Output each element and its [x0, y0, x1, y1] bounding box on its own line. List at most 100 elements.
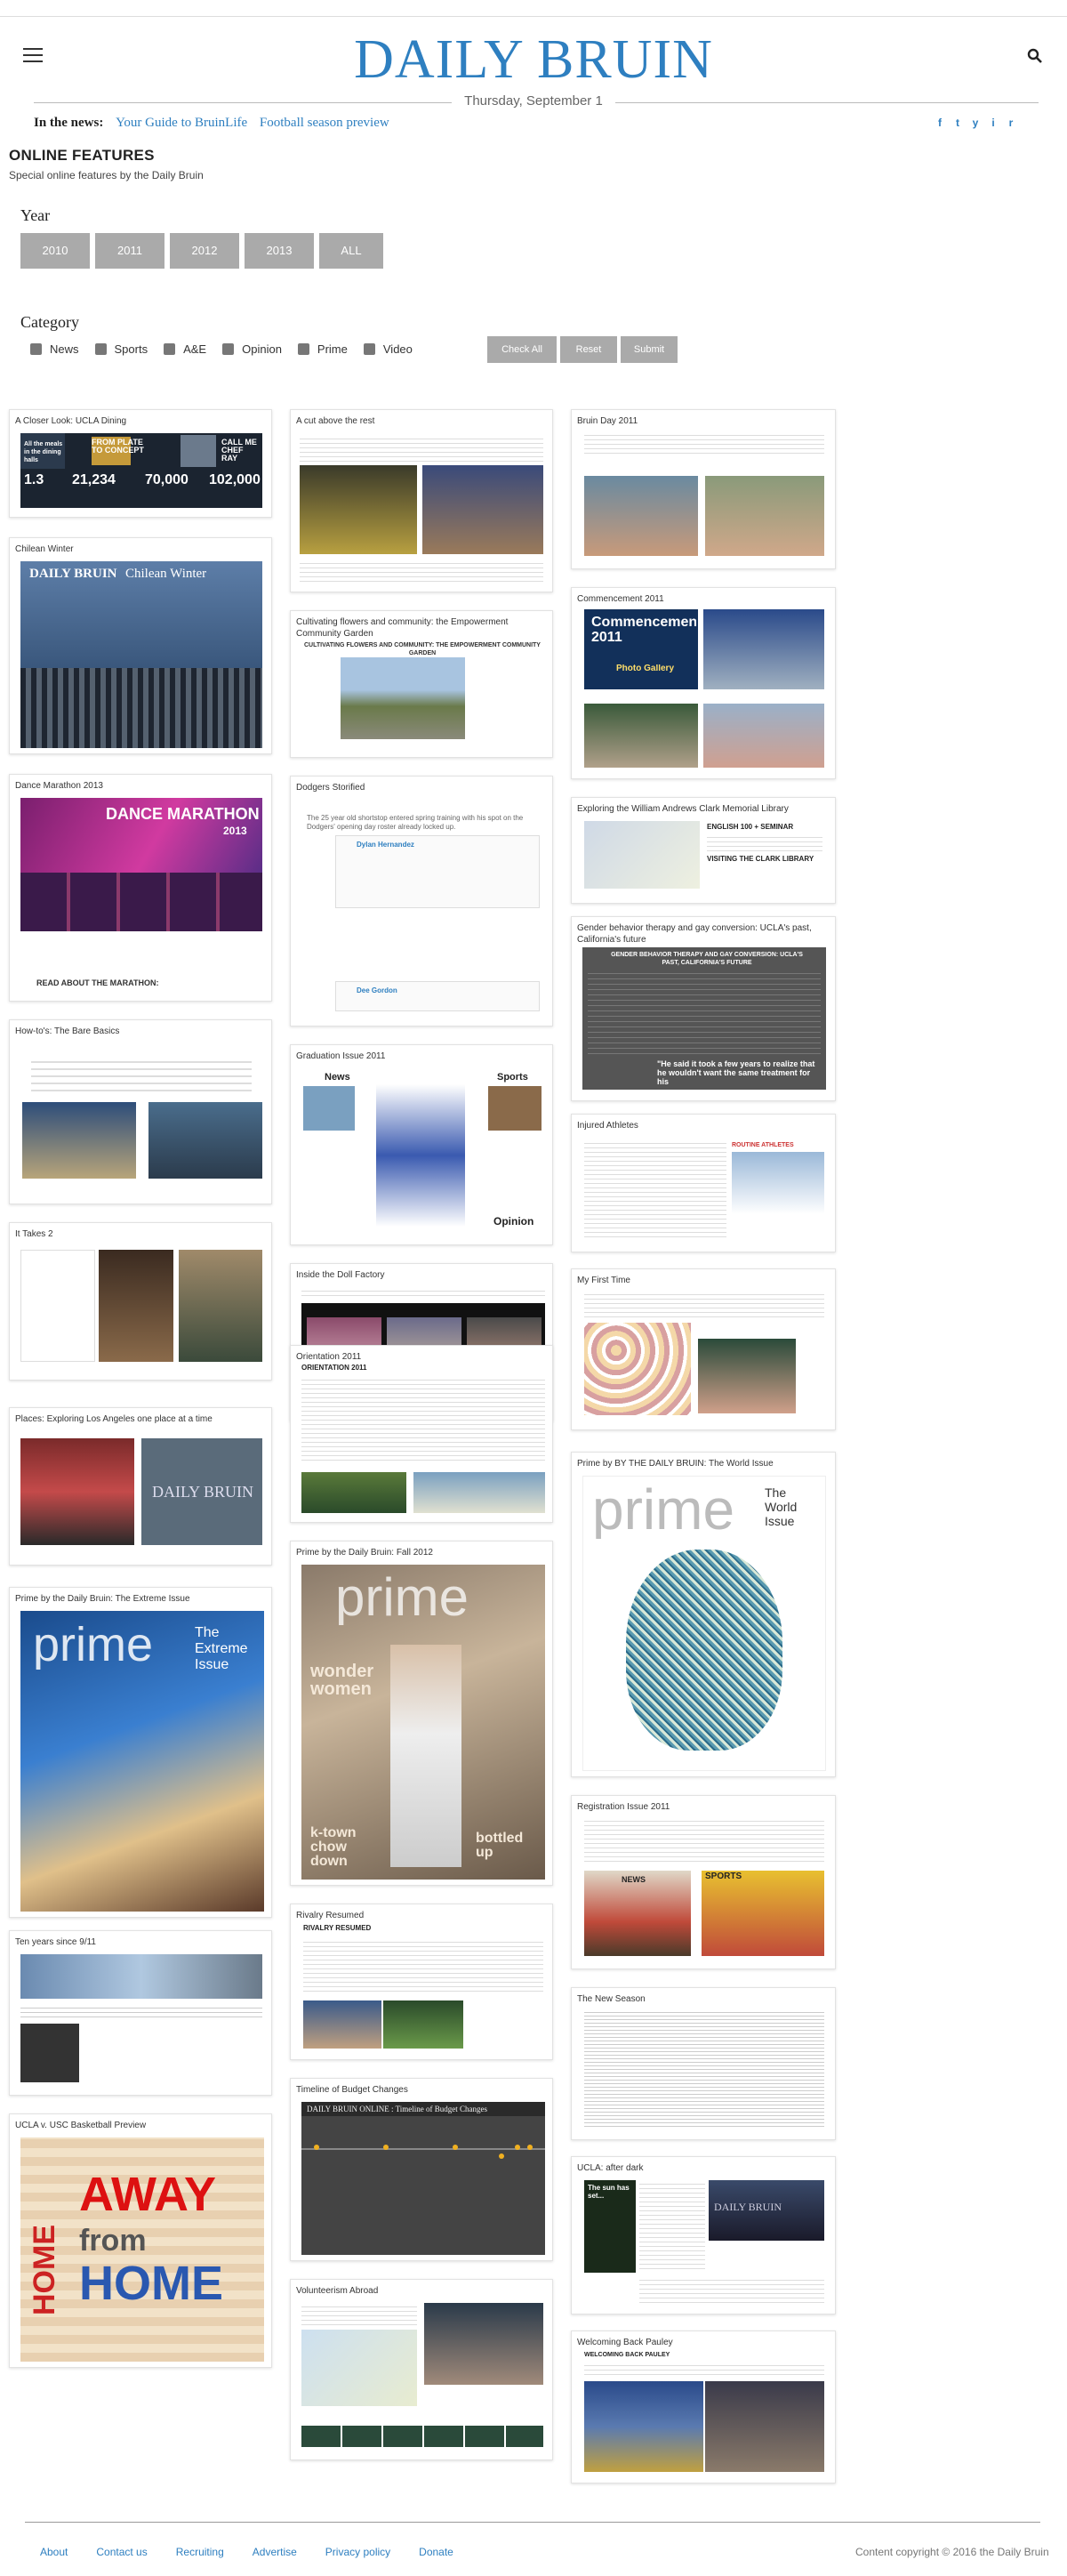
- site-logo[interactable]: DAILY BRUIN: [0, 28, 1067, 92]
- footer-link-donate[interactable]: Donate: [419, 2546, 453, 2558]
- reset-button[interactable]: Reset: [560, 336, 617, 363]
- footer-rule: [25, 2522, 1040, 2523]
- card-thumbnail: DAILY BRUIN Chilean Winter: [20, 561, 262, 748]
- feature-card-prime-world[interactable]: Prime by BY THE DAILY BRUIN: The World I…: [571, 1452, 836, 1777]
- search-icon[interactable]: [1027, 48, 1045, 66]
- footer-links: About Contact us Recruiting Advertise Pr…: [40, 2546, 482, 2558]
- feature-card-my-first-time[interactable]: My First Time: [571, 1268, 836, 1430]
- category-checkbox-prime[interactable]: Prime: [297, 342, 348, 356]
- category-label: Category: [20, 313, 79, 331]
- category-checkbox-news[interactable]: News: [30, 342, 79, 356]
- feature-card-ucla-usc-basketball[interactable]: UCLA v. USC Basketball Preview HOME AWAY…: [9, 2113, 272, 2368]
- feature-card-registration-2011[interactable]: Registration Issue 2011 NEWS SPORTS: [571, 1795, 836, 1969]
- twitter-icon[interactable]: t: [951, 117, 964, 129]
- feature-card-prime-extreme[interactable]: Prime by the Daily Bruin: The Extreme Is…: [9, 1587, 272, 1918]
- feature-card-ten-years-911[interactable]: Ten years since 9/11: [9, 1930, 272, 2096]
- year-button-2011[interactable]: 2011: [95, 233, 164, 269]
- video-thumbnail: [22, 1102, 136, 1179]
- copyright: Content copyright © 2016 the Daily Bruin: [855, 2546, 1049, 2558]
- news-link-football[interactable]: Football season preview: [260, 116, 389, 130]
- category-checkbox-opinion[interactable]: Opinion: [222, 342, 282, 356]
- page-title: ONLINE FEATURES: [9, 147, 155, 164]
- feature-card-it-takes-2[interactable]: It Takes 2: [9, 1222, 272, 1381]
- category-filter: News Sports A&E Opinion Prime Video: [30, 342, 429, 356]
- year-button-2013[interactable]: 2013: [245, 233, 314, 269]
- category-checkbox-sports[interactable]: Sports: [94, 342, 148, 356]
- feature-card-rivalry-resumed[interactable]: Rivalry Resumed RIVALRY RESUMED: [290, 1904, 553, 2060]
- feature-card-dodgers-storified[interactable]: Dodgers Storified The 25 year old shorts…: [290, 776, 553, 1026]
- card-title: Prime by the Daily Bruin: The Extreme Is…: [15, 1594, 190, 1604]
- feature-card-ucla-dining[interactable]: A Closer Look: UCLA Dining All the meals…: [9, 409, 272, 518]
- year-button-2010[interactable]: 2010: [20, 233, 90, 269]
- feature-card-volunteerism-abroad[interactable]: Volunteerism Abroad: [290, 2279, 553, 2460]
- footer-link-about[interactable]: About: [40, 2546, 68, 2558]
- card-title: Prime by BY THE DAILY BRUIN: The World I…: [577, 1459, 774, 1469]
- feature-card-clark-library[interactable]: Exploring the William Andrews Clark Memo…: [571, 797, 836, 904]
- card-thumbnail: prime wonder women k-town chow down bott…: [301, 1565, 545, 1880]
- category-checkbox-ae[interactable]: A&E: [164, 342, 206, 356]
- card-title: Graduation Issue 2011: [296, 1051, 386, 1061]
- card-title: Volunteerism Abroad: [296, 2286, 379, 2296]
- feature-card-gender-therapy[interactable]: Gender behavior therapy and gay conversi…: [571, 916, 836, 1101]
- year-filter: 2010 2011 2012 2013 ALL: [20, 233, 383, 269]
- news-link-bruinlife[interactable]: Your Guide to BruinLife: [116, 116, 247, 130]
- video-thumbnail: [148, 1102, 262, 1179]
- year-button-2012[interactable]: 2012: [170, 233, 239, 269]
- feature-card-after-dark[interactable]: UCLA: after dark The sun has set... DAIL…: [571, 2156, 836, 2314]
- card-title: Cultivating flowers and community: the E…: [296, 617, 509, 639]
- feature-card-commencement-2011[interactable]: Commencement 2011 Commencement 2011 Phot…: [571, 587, 836, 779]
- feature-card-places[interactable]: Places: Exploring Los Angeles one place …: [9, 1407, 272, 1566]
- card-title: A Closer Look: UCLA Dining: [15, 416, 127, 426]
- in-the-news-bar: In the news: Your Guide to BruinLife Foo…: [34, 116, 389, 131]
- card-title: Dance Marathon 2013: [15, 781, 103, 791]
- feature-card-orientation-2011[interactable]: Orientation 2011 ORIENTATION 2011: [290, 1345, 553, 1523]
- year-button-all[interactable]: ALL: [319, 233, 383, 269]
- top-rule: [0, 16, 1067, 17]
- card-title: UCLA v. USC Basketball Preview: [15, 2121, 147, 2130]
- card-title: Chilean Winter: [15, 544, 74, 554]
- card-title: Prime by the Daily Bruin: Fall 2012: [296, 1548, 433, 1558]
- page-subtitle: Special online features by the Daily Bru…: [9, 169, 204, 181]
- footer-link-contact[interactable]: Contact us: [96, 2546, 147, 2558]
- card-thumbnail: DAILY BRUIN ONLINE : Timeline of Budget …: [301, 2102, 545, 2255]
- card-title: Bruin Day 2011: [577, 416, 638, 426]
- current-date: Thursday, September 1: [0, 93, 1067, 109]
- feature-card-injured-athletes[interactable]: Injured Athletes ROUTINE ATHLETES: [571, 1114, 836, 1252]
- card-title: It Takes 2: [15, 1229, 53, 1239]
- card-title: UCLA: after dark: [577, 2163, 644, 2173]
- feature-card-bruin-day-2011[interactable]: Bruin Day 2011: [571, 409, 836, 569]
- feature-card-chilean-winter[interactable]: Chilean Winter DAILY BRUIN Chilean Winte…: [9, 537, 272, 754]
- feature-card-welcoming-pauley[interactable]: Welcoming Back Pauley WELCOMING BACK PAU…: [571, 2330, 836, 2483]
- card-title: Commencement 2011: [577, 594, 664, 604]
- instagram-icon[interactable]: i: [987, 117, 999, 129]
- video-thumbnail: [300, 465, 417, 554]
- card-title: Ten years since 9/11: [15, 1937, 96, 1947]
- check-all-button[interactable]: Check All: [487, 336, 557, 363]
- feature-card-budget-timeline[interactable]: Timeline of Budget Changes DAILY BRUIN O…: [290, 2078, 553, 2261]
- feature-card-graduation-2011[interactable]: Graduation Issue 2011 News Sports Opinio…: [290, 1044, 553, 1245]
- card-thumbnail: prime The Extreme Issue: [20, 1611, 264, 1912]
- card-thumbnail: DANCE MARATHON 2013: [20, 798, 262, 931]
- in-the-news-label: In the news:: [34, 116, 104, 130]
- submit-button[interactable]: Submit: [621, 336, 678, 363]
- facebook-icon[interactable]: f: [934, 117, 946, 129]
- feature-card-cut-above[interactable]: A cut above the rest: [290, 409, 553, 592]
- footer-link-recruiting[interactable]: Recruiting: [176, 2546, 224, 2558]
- rss-icon[interactable]: r: [1005, 117, 1017, 129]
- card-thumbnail: All the meals in the dining halls FROM P…: [20, 433, 262, 508]
- card-title: The New Season: [577, 1994, 646, 2004]
- feature-card-how-tos[interactable]: How-to's: The Bare Basics: [9, 1019, 272, 1204]
- feature-card-new-season[interactable]: The New Season: [571, 1987, 836, 2140]
- feature-card-community-garden[interactable]: Cultivating flowers and community: the E…: [290, 610, 553, 758]
- footer-link-advertise[interactable]: Advertise: [253, 2546, 297, 2558]
- card-title: Welcoming Back Pauley: [577, 2338, 673, 2347]
- social-links: f t y i r: [934, 117, 1017, 129]
- card-title: My First Time: [577, 1276, 630, 1285]
- category-checkbox-video[interactable]: Video: [363, 342, 413, 356]
- footer-link-privacy[interactable]: Privacy policy: [325, 2546, 390, 2558]
- card-thumbnail: prime The World Issue: [582, 1476, 826, 1771]
- feature-card-prime-fall-2012[interactable]: Prime by the Daily Bruin: Fall 2012 prim…: [290, 1541, 553, 1886]
- filter-actions: Check All Reset Submit: [487, 336, 678, 363]
- youtube-icon[interactable]: y: [969, 117, 982, 129]
- feature-card-dance-marathon[interactable]: Dance Marathon 2013 DANCE MARATHON 2013 …: [9, 774, 272, 1002]
